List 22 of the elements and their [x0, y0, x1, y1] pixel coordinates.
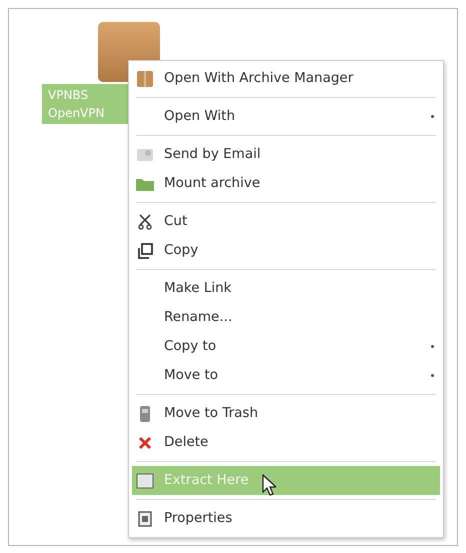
menu-item[interactable]: Move to Trash [132, 399, 440, 428]
menu-item[interactable]: Rename... [132, 303, 440, 332]
menu-item[interactable]: Delete [132, 428, 440, 457]
envelope-icon [136, 146, 154, 162]
drive-icon [136, 472, 154, 488]
menu-item[interactable]: Properties [132, 504, 440, 533]
menu-item[interactable]: Make Link [132, 274, 440, 303]
copy-icon [137, 242, 153, 258]
menu-item[interactable]: Send by Email [132, 140, 440, 169]
menu-item[interactable]: Copy to [132, 332, 440, 361]
delete-icon [138, 436, 152, 450]
menu-item[interactable]: Copy [132, 236, 440, 265]
menu-item[interactable]: Move to [132, 361, 440, 390]
cursor-icon [262, 474, 276, 496]
trash-icon [139, 404, 151, 422]
properties-icon [138, 510, 152, 526]
scissors-icon [138, 214, 152, 230]
menu-item[interactable]: Open With Archive Manager [132, 64, 440, 93]
menu-item[interactable]: Cut [132, 207, 440, 236]
menu-item[interactable]: Open With [132, 102, 440, 131]
menu-item[interactable]: Mount archive [132, 169, 440, 198]
package-icon [136, 70, 154, 88]
